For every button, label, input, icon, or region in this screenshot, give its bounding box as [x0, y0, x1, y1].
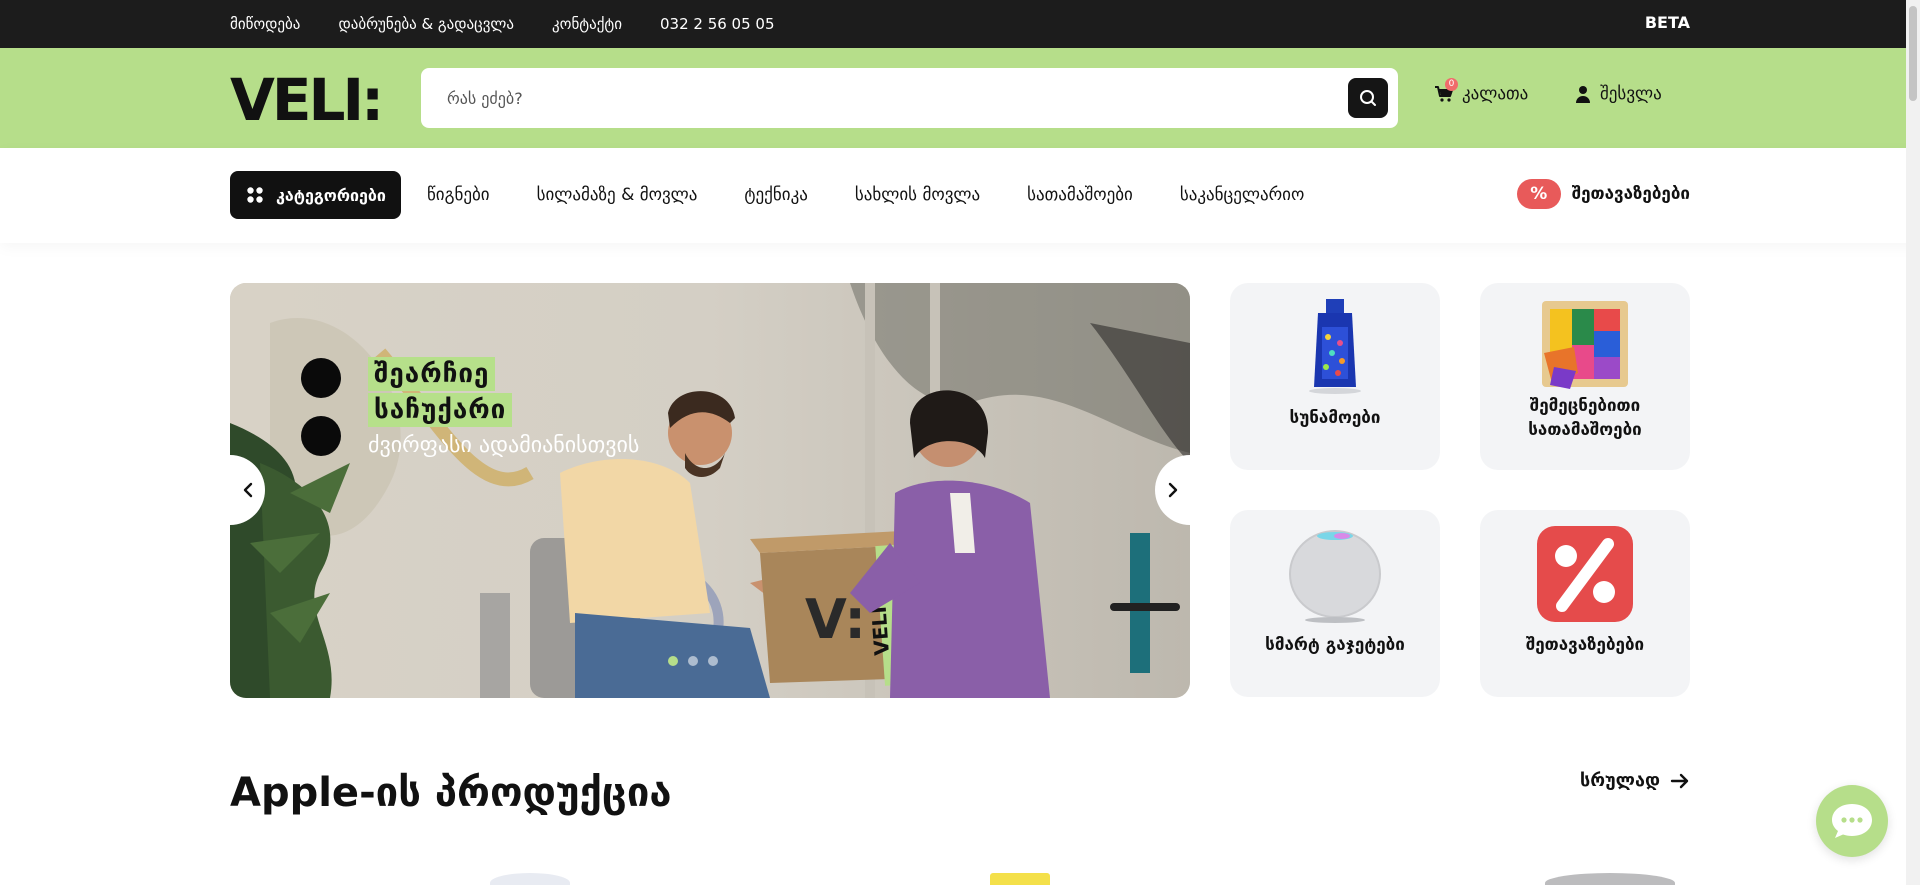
categories-label: კატეგორიები: [276, 185, 386, 205]
search-input[interactable]: [447, 68, 1327, 128]
top-links: მიწოდება დაბრუნება & გადაცვლა კონტაქტი 0…: [230, 0, 775, 48]
contact-link[interactable]: კონტაქტი: [552, 15, 622, 33]
tile-smart-gadgets[interactable]: სმარტ გაჯეტები: [1230, 510, 1440, 697]
offers-link[interactable]: % შეთავაზებები: [1516, 179, 1690, 209]
chat-button[interactable]: [1816, 785, 1888, 857]
grid-icon: [247, 187, 263, 203]
nav-item-books[interactable]: წიგნები: [427, 185, 490, 205]
hero-image: V: VELI:: [230, 283, 1190, 698]
scrollbar-thumb[interactable]: [1909, 6, 1917, 101]
section-title: Apple-ის პროდუქცია: [230, 770, 672, 816]
cart-label: კალათა: [1462, 84, 1529, 104]
delivery-link[interactable]: მიწოდება: [230, 15, 300, 33]
see-all-link[interactable]: სრულად: [1580, 770, 1690, 791]
cart-button[interactable]: 0 კალათა: [1434, 78, 1529, 104]
smart-speaker-icon: [1289, 530, 1381, 623]
product-image-peek: [990, 873, 1050, 885]
hero-title: შეარჩიე საჩუქარი ძვირფასი ადამიანისთვის: [368, 357, 639, 458]
tile-label: შემეცნებითი სათამაშოები: [1528, 396, 1642, 440]
chevron-left-icon: [243, 482, 252, 498]
product-image-peek: [1545, 873, 1675, 885]
puzzle-icon: [1542, 301, 1628, 389]
returns-link[interactable]: დაბრუნება & გადაცვლა: [338, 15, 514, 33]
slide-indicators: [668, 656, 718, 666]
nav-item-tech[interactable]: ტექნიკა: [744, 185, 807, 205]
categories-button[interactable]: კატეგორიები: [230, 171, 401, 219]
hero-title-line1: შეარჩიე: [368, 357, 496, 391]
tile-perfumes[interactable]: სუნამოები: [1230, 283, 1440, 470]
nav-links: წიგნები სილამაზე & მოვლა ტექნიკა სახლის …: [427, 171, 1304, 219]
slide-dot[interactable]: [708, 656, 718, 666]
search-bar: [421, 68, 1398, 128]
hero-title-line2: საჩუქარი: [368, 393, 513, 427]
nav-item-home-care[interactable]: სახლის მოვლა: [855, 185, 980, 205]
tile-offers[interactable]: შეთავაზებები: [1480, 510, 1690, 697]
slide-dot[interactable]: [668, 656, 678, 666]
cart-icon: 0: [1434, 78, 1458, 104]
logo-text: VELI:: [230, 70, 381, 126]
scrollbar[interactable]: [1906, 0, 1920, 885]
cart-count-badge: 0: [1445, 78, 1458, 91]
logo[interactable]: VELI:: [230, 70, 408, 126]
offers-label: შეთავაზებები: [1571, 184, 1690, 204]
percent-icon: %: [1516, 179, 1561, 209]
chevron-right-icon: [1168, 482, 1177, 498]
arrow-right-icon: [1670, 773, 1689, 788]
login-label: შესვლა: [1600, 84, 1662, 104]
tile-educational-toys[interactable]: შემეცნებითი სათამაშოები: [1480, 283, 1690, 470]
category-nav: კატეგორიები წიგნები სილამაზე & მოვლა ტექ…: [0, 148, 1920, 243]
search-icon: [1360, 90, 1376, 106]
user-icon: [1576, 86, 1590, 103]
nav-item-stationery[interactable]: საკანცელარიო: [1180, 185, 1304, 205]
tile-label: შეთავაზებები: [1525, 635, 1645, 655]
hero-logo-dots: [301, 358, 341, 474]
nav-item-toys[interactable]: სათამაშოები: [1027, 185, 1133, 205]
slide-dot[interactable]: [688, 656, 698, 666]
tile-label: სუნამოები: [1289, 408, 1381, 428]
chat-icon: [1832, 804, 1872, 838]
percent-icon: [1537, 526, 1633, 622]
search-button[interactable]: [1348, 78, 1388, 118]
hero-subtitle: ძვირფასი ადამიანისთვის: [368, 433, 640, 458]
perfume-icon: [1309, 299, 1361, 394]
tile-label: სმარტ გაჯეტები: [1265, 635, 1405, 655]
see-all-label: სრულად: [1579, 770, 1660, 791]
hero-banner[interactable]: V: VELI: შეარჩიე საჩუქარი ძვირფასი ადამი…: [230, 283, 1190, 698]
header: VELI: 0 კალათა შესვლა: [0, 48, 1920, 148]
product-image-peek: [490, 873, 570, 885]
top-bar: მიწოდება დაბრუნება & გადაცვლა კონტაქტი 0…: [0, 0, 1920, 48]
phone-link[interactable]: 032 2 56 05 05: [660, 15, 775, 33]
login-button[interactable]: შესვლა: [1574, 84, 1662, 104]
nav-item-beauty[interactable]: სილამაზე & მოვლა: [537, 185, 698, 205]
beta-label: BETA: [1644, 13, 1690, 32]
